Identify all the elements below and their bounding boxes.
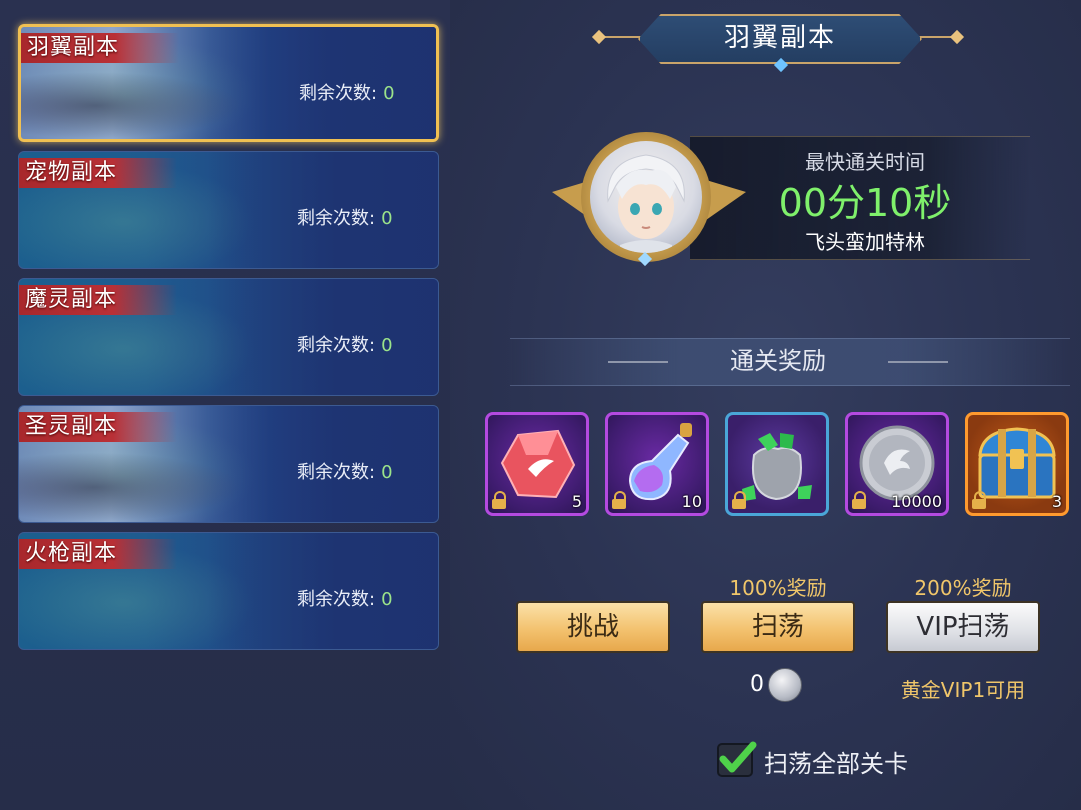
dungeon-name: 火枪副本: [19, 539, 178, 569]
silver-coin-icon: [768, 668, 802, 702]
sweep-all-label: 扫荡全部关卡: [764, 750, 908, 778]
dungeon-card-pet[interactable]: 宠物副本 剩余次数: 0: [18, 151, 439, 269]
lock-icon: [492, 491, 506, 509]
lock-icon: [852, 491, 866, 509]
lock-icon: [972, 491, 986, 509]
reward-qty: 5: [571, 492, 582, 511]
reward-slot[interactable]: 3: [965, 412, 1069, 516]
reward-qty: 10000: [891, 492, 942, 511]
record-label: 最快通关时间: [805, 150, 925, 174]
dungeon-card-holy[interactable]: 圣灵副本 剩余次数: 0: [18, 405, 439, 523]
remaining-count: 剩余次数: 0: [297, 335, 393, 356]
lock-icon: [732, 491, 746, 509]
dungeon-card-wing[interactable]: 羽翼副本 剩余次数: 0: [18, 24, 439, 142]
reward-slot[interactable]: 5: [485, 412, 589, 516]
reward-slot[interactable]: [725, 412, 829, 516]
reward-title: 通关奖励: [730, 347, 826, 375]
sweep-cost: 0: [750, 672, 764, 697]
dungeon-name: 羽翼副本: [21, 33, 180, 63]
dungeon-name: 圣灵副本: [19, 412, 178, 442]
page-title: 羽翼副本: [723, 23, 836, 53]
dungeon-name: 宠物副本: [19, 158, 178, 188]
reward-slot[interactable]: 10000: [845, 412, 949, 516]
avatar: [590, 141, 702, 253]
remaining-count: 剩余次数: 0: [297, 208, 393, 229]
lock-icon: [612, 491, 626, 509]
vip-sweep-bonus-label: 200%奖励: [914, 576, 1012, 600]
sweep-all-checkbox[interactable]: [717, 741, 757, 777]
dungeon-card-demon[interactable]: 魔灵副本 剩余次数: 0: [18, 278, 439, 396]
challenge-button[interactable]: 挑战: [516, 601, 670, 653]
remaining-count: 剩余次数: 0: [297, 589, 393, 610]
sweep-bonus-label: 100%奖励: [729, 576, 827, 600]
record-time: 00分10秒: [778, 181, 952, 225]
vip-sweep-button[interactable]: VIP扫荡: [886, 601, 1040, 653]
remaining-count: 剩余次数: 0: [297, 462, 393, 483]
dungeon-card-gun[interactable]: 火枪副本 剩余次数: 0: [18, 532, 439, 650]
reward-qty: 10: [681, 492, 702, 511]
record-player: 飞头蛮加特林: [805, 230, 925, 254]
reward-slot[interactable]: 10: [605, 412, 709, 516]
dungeon-name: 魔灵副本: [19, 285, 178, 315]
remaining-count: 剩余次数: 0: [299, 83, 395, 104]
hero-portrait-icon: [607, 154, 685, 253]
sweep-button[interactable]: 扫荡: [701, 601, 855, 653]
vip-requirement-note: 黄金VIP1可用: [900, 678, 1026, 702]
checkmark-icon: [719, 741, 757, 773]
reward-qty: 3: [1051, 492, 1062, 511]
